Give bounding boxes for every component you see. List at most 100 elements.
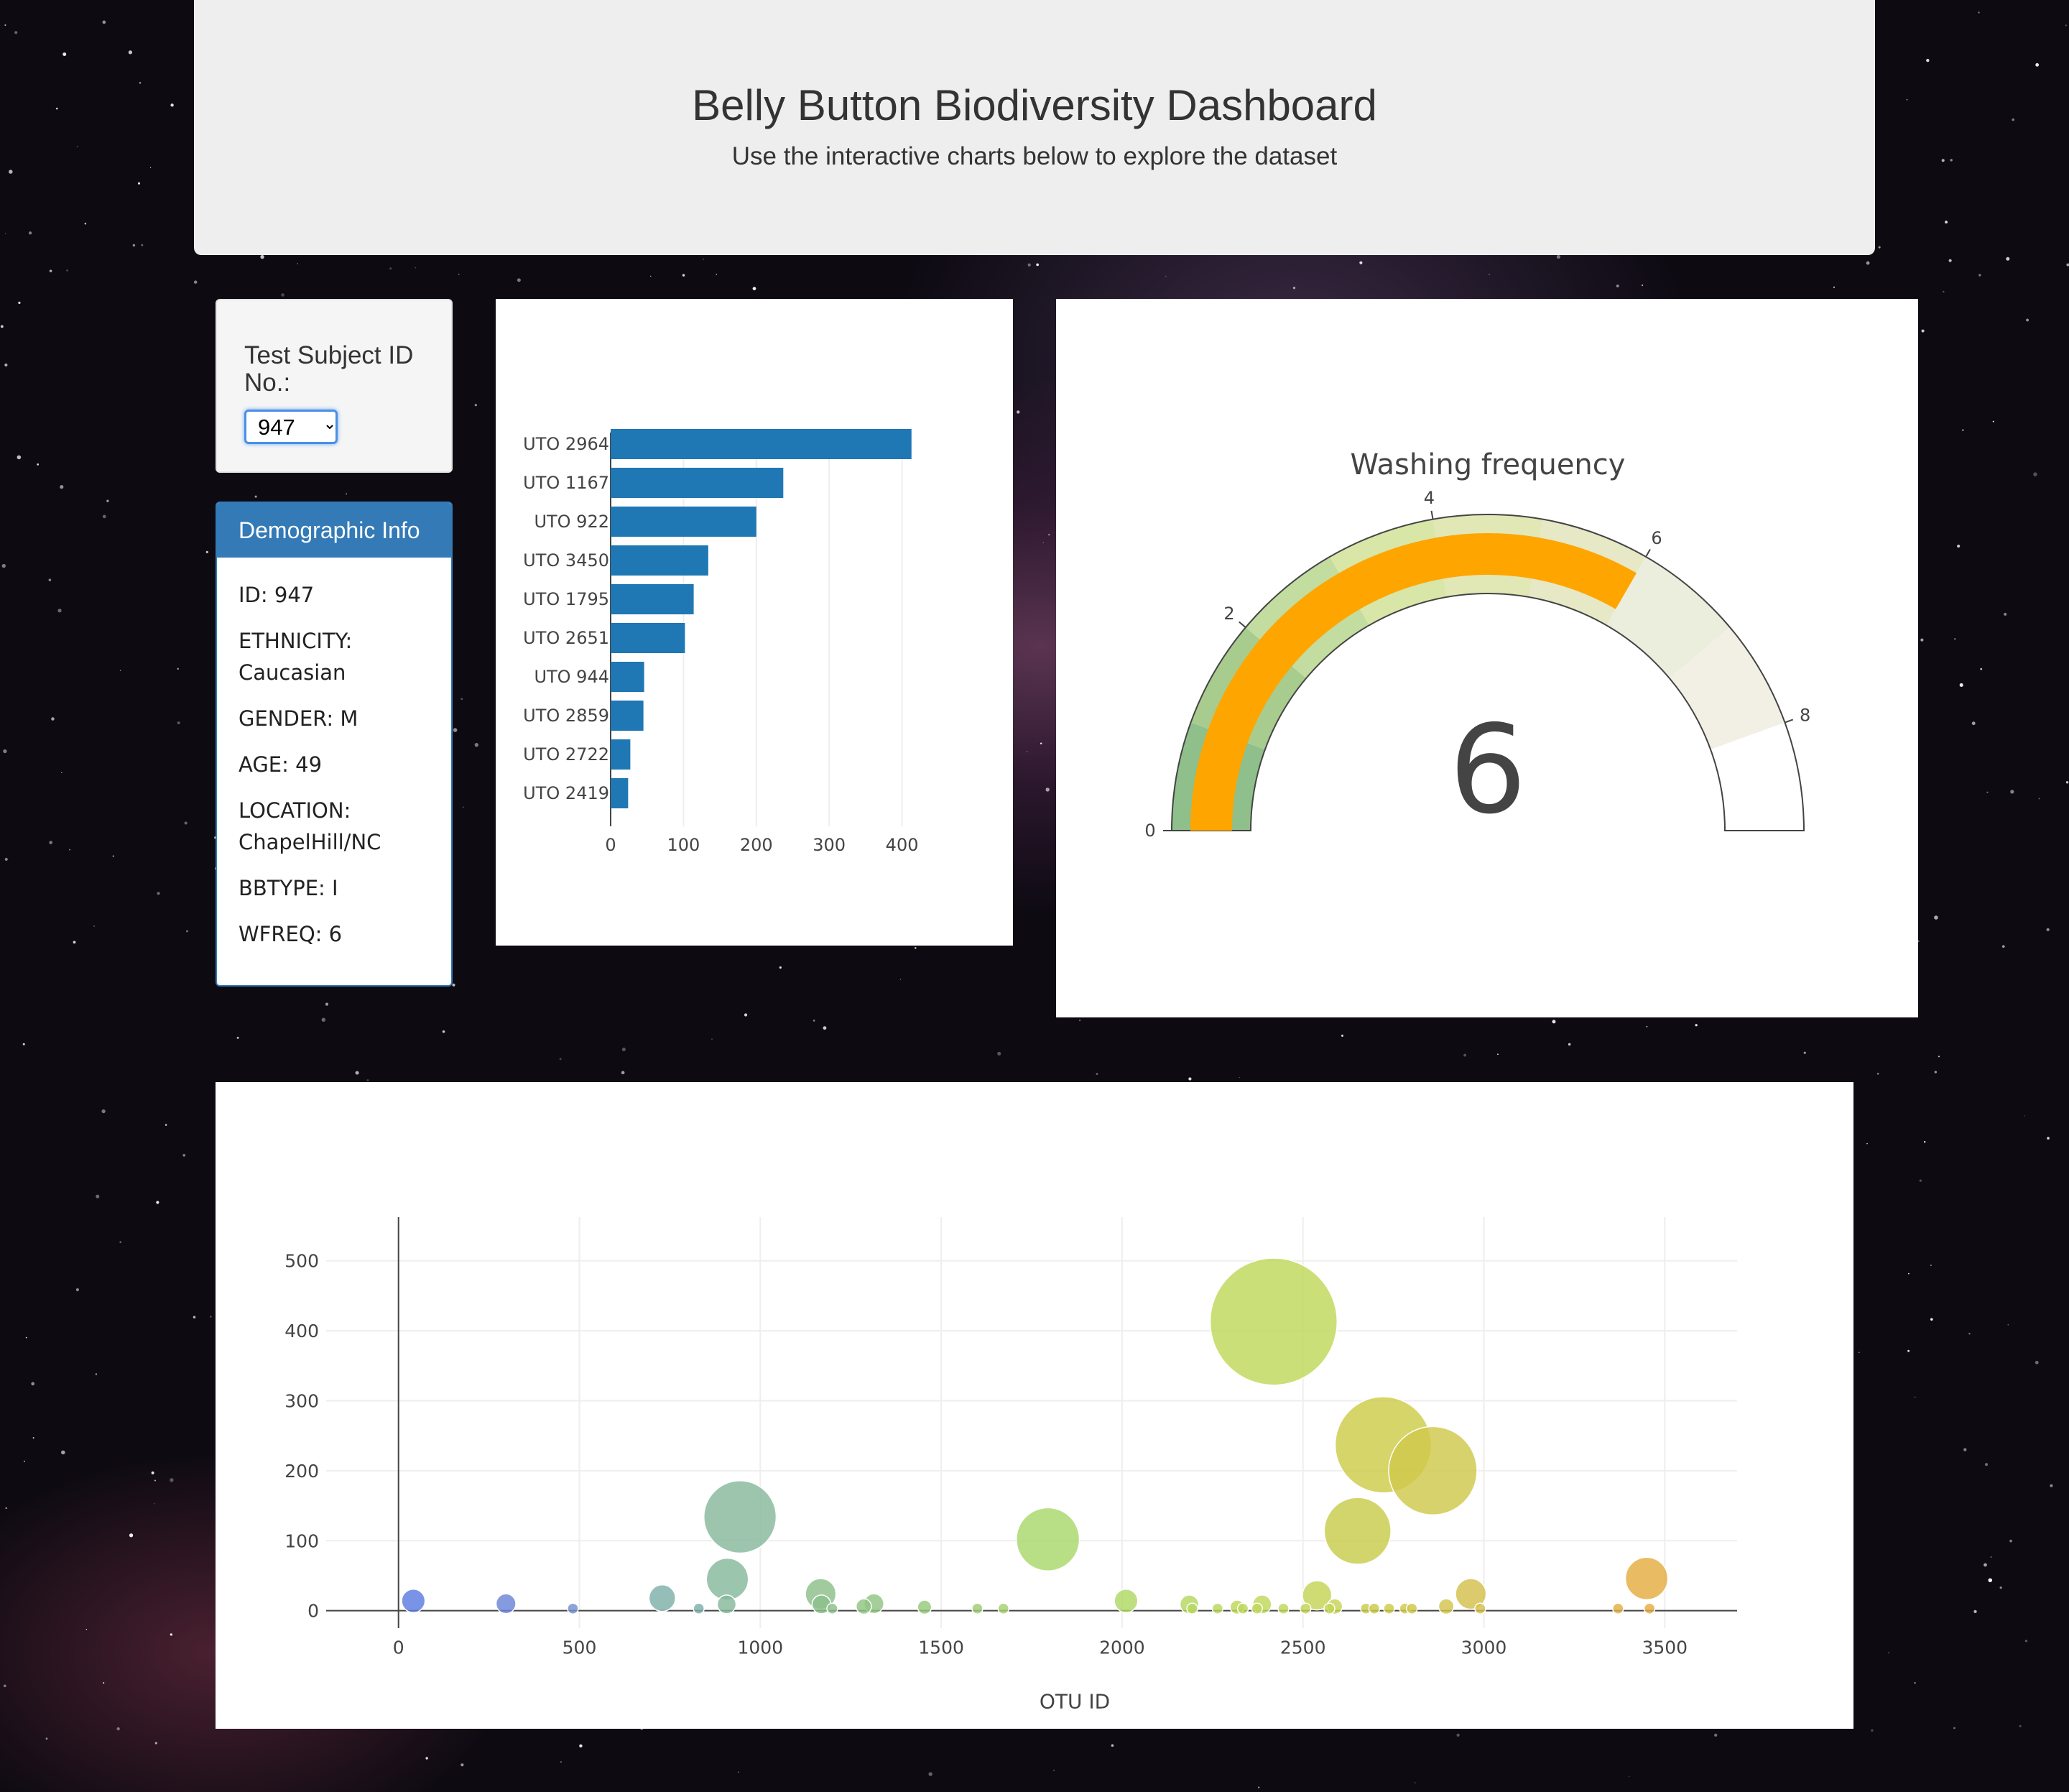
star-dot: [1992, 420, 1994, 422]
top-otu-bar-chart[interactable]: 0 100 200 300 400 UTO 2964 UTO 1167 UTO 922 UTO …: [496, 299, 1013, 946]
star-dot: [744, 1013, 748, 1017]
bar-x-tick-label: 0: [605, 835, 616, 855]
star-dot: [193, 280, 198, 284]
bar: [611, 468, 784, 498]
star-dot: [915, 947, 917, 949]
bubble-x-tick-label: 3500: [1642, 1638, 1688, 1658]
bar-category-label: UTO 3450: [523, 550, 609, 571]
star-dot: [621, 1071, 625, 1075]
star-dot: [1938, 1056, 1940, 1058]
bar-category-label: UTO 2651: [523, 628, 609, 648]
star-dot: [165, 1124, 167, 1126]
star-dot: [2006, 257, 2010, 261]
star-dot: [1962, 429, 1964, 431]
star-dot: [1986, 791, 1989, 794]
star-dot: [1963, 1448, 1967, 1451]
bubble-point: [1251, 1602, 1264, 1615]
bubble-point: [855, 1598, 872, 1615]
subject-selector-panel: Test Subject ID No.: 947: [216, 299, 453, 473]
star-dot: [170, 1633, 172, 1636]
star-dot: [9, 170, 13, 174]
star-dot: [1914, 1682, 1916, 1684]
bubble-point: [1015, 1507, 1080, 1571]
star-dot: [85, 1628, 88, 1630]
star-dot: [2065, 781, 2069, 784]
bubble-point: [1643, 1602, 1656, 1615]
star-dot: [2046, 928, 2050, 931]
star-dot: [1954, 638, 1956, 640]
star-dot: [2035, 1360, 2039, 1364]
star-dot: [1950, 159, 1953, 162]
star-dot: [458, 273, 460, 275]
star-dot: [17, 455, 22, 460]
star-dot: [157, 892, 160, 895]
star-dot: [1714, 1733, 1718, 1737]
star-dot: [1930, 1264, 1932, 1266]
star-dot: [2050, 1484, 2053, 1487]
bubble-point: [1612, 1602, 1624, 1615]
otu-bubble-chart[interactable]: 0 500 1000 1500 2000 2500 3000 3500 0 100 200 300 40…: [216, 1082, 1853, 1729]
star-dot: [452, 983, 455, 987]
bubble-x-tick-label: 1500: [918, 1638, 964, 1658]
star-dot: [752, 287, 756, 290]
gauge-chart-panel: 0 2 4 6 8 Washing frequency 6: [1056, 299, 1918, 1017]
star-dot: [1048, 533, 1050, 536]
star-dot: [2007, 1324, 2009, 1326]
star-dot: [1641, 284, 1644, 287]
star-dot: [1111, 1744, 1114, 1747]
star-dot: [1258, 1786, 1260, 1788]
star-dot: [1616, 285, 1619, 287]
bar-chart-panel: 0 100 200 300 400 UTO 2964 UTO 1167 UTO 922 UTO …: [496, 299, 1013, 946]
bubble-point: [917, 1599, 932, 1615]
star-dot: [1907, 1349, 1910, 1352]
bubble-point: [401, 1588, 426, 1614]
star-dot: [1489, 273, 1490, 275]
star-dot: [93, 925, 95, 927]
bubble-x-tick-label: 2000: [1099, 1638, 1145, 1658]
star-dot: [69, 849, 70, 851]
star-dot: [1040, 742, 1042, 744]
star-dot: [682, 274, 685, 277]
gauge-tick-label: 2: [1223, 604, 1234, 624]
star-dot: [1, 563, 6, 568]
star-dot: [4, 857, 8, 862]
star-dot: [1957, 544, 1961, 548]
star-dot: [2033, 472, 2037, 476]
star-dot: [210, 1316, 212, 1318]
star-dot: [32, 1437, 34, 1439]
bubble-chart-panel: 0 500 1000 1500 2000 2500 3000 3500 0 100 200 300 40…: [216, 1082, 1853, 1729]
star-dot: [103, 1682, 105, 1684]
star-dot: [5, 1507, 7, 1509]
star-dot: [650, 275, 652, 277]
star-dot: [0, 325, 4, 328]
star-dot: [1876, 1073, 1879, 1075]
star-dot: [1871, 1729, 1874, 1732]
star-dot: [1973, 1609, 1977, 1613]
bubble-y-tick-label: 100: [284, 1530, 319, 1551]
gauge-tick: [1645, 549, 1651, 558]
bubble-x-tick-label: 1000: [737, 1638, 783, 1658]
bubble-point: [997, 1602, 1010, 1615]
star-dot: [1990, 1556, 1992, 1558]
star-dot: [49, 269, 52, 272]
star-dot: [1165, 275, 1167, 277]
subject-id-select[interactable]: 947: [244, 410, 338, 444]
star-dot: [3, 1684, 6, 1688]
star-dot: [184, 821, 188, 825]
star-dot: [281, 293, 284, 297]
star-dot: [1552, 1020, 1556, 1024]
star-dot: [1239, 1076, 1240, 1079]
star-dot: [2066, 263, 2069, 267]
washing-frequency-gauge[interactable]: 0 2 4 6 8 Washing frequency 6: [1056, 299, 1918, 1017]
bubble-y-tick-label: 0: [307, 1601, 319, 1622]
star-dot: [2024, 1640, 2028, 1643]
star-dot: [49, 841, 53, 844]
star-dot: [389, 267, 392, 270]
star-dot: [205, 550, 208, 554]
star-dot: [517, 278, 521, 282]
star-dot: [28, 231, 32, 235]
star-dot: [1646, 1025, 1648, 1027]
star-dot: [22, 1043, 25, 1045]
star-dot: [1953, 1727, 1955, 1729]
star-dot: [2012, 118, 2015, 121]
